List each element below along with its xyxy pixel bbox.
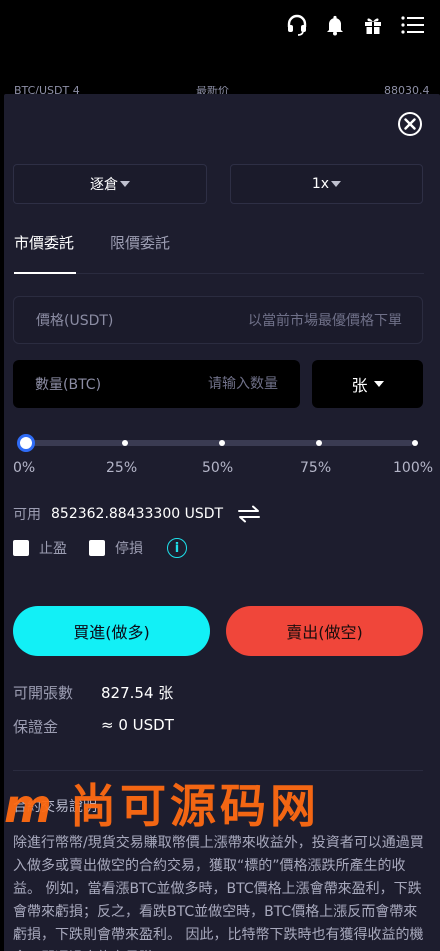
take-profit-checkbox[interactable] xyxy=(13,540,29,556)
close-icon xyxy=(404,118,416,130)
margin-row: 保證金 ≈ 0 USDT xyxy=(13,716,174,737)
stop-loss-label: 停損 xyxy=(115,541,143,557)
slider-stop-50[interactable] xyxy=(219,440,225,446)
available-value: 852362.88433300 USDT xyxy=(51,506,224,522)
buy-long-button[interactable]: 買進(做多) xyxy=(13,606,210,656)
info-icon[interactable]: i xyxy=(167,538,187,558)
slider-stop-75[interactable] xyxy=(316,440,322,446)
transfer-swap-icon[interactable] xyxy=(237,505,261,523)
slider-stop-100[interactable] xyxy=(412,440,418,446)
top-bar: BTC/USDT 4 最新价 88030.4 xyxy=(0,0,440,94)
unit-dropdown[interactable]: 张 xyxy=(312,360,423,408)
take-profit-label: 止盈 xyxy=(39,541,67,557)
stop-loss-option[interactable]: 停損 xyxy=(89,538,143,558)
contract-intro-body: 除進行幣幣/現貨交易賺取幣價上漲帶來收益外，投資者可以通過買入做多或賣出做空的合… xyxy=(13,835,424,951)
peek-left-text: BTC/USDT 4 xyxy=(14,86,80,94)
ticker-peek: BTC/USDT 4 最新价 88030.4 xyxy=(0,86,440,94)
order-sheet: 逐倉 1x 市價委託 限價委託 價格(USDT) 以當前市場最優價格下單 數量(… xyxy=(4,94,440,951)
chevron-down-icon xyxy=(120,181,130,187)
tab-limit-order[interactable]: 限價委託 xyxy=(110,232,170,253)
close-button[interactable] xyxy=(398,112,422,136)
margin-mode-dropdown[interactable]: 逐倉 xyxy=(13,164,207,204)
slider-tick-label: 0% xyxy=(13,460,36,476)
open-contracts-label: 可開張數 xyxy=(13,684,74,702)
margin-label: 保證金 xyxy=(13,718,59,736)
slider-thumb[interactable] xyxy=(17,434,35,452)
available-label: 可用 xyxy=(13,507,41,523)
order-type-tabs: 市價委託 限價委託 xyxy=(14,230,424,274)
slider-track xyxy=(23,440,413,446)
price-field[interactable]: 價格(USDT) 以當前市場最優價格下單 xyxy=(13,296,423,344)
tab-market-order[interactable]: 市價委託 xyxy=(14,232,74,253)
take-profit-option[interactable]: 止盈 xyxy=(13,538,67,558)
margin-mode-label: 逐倉 xyxy=(90,177,118,193)
peek-right-text: 88030.4 xyxy=(384,86,430,94)
headset-icon[interactable] xyxy=(286,14,308,36)
peek-mid-text: 最新价 xyxy=(196,86,229,94)
margin-value: ≈ 0 USDT xyxy=(101,716,174,734)
slider-tick-label: 25% xyxy=(106,460,138,476)
watermark-text: 尚可源码网 xyxy=(69,779,320,833)
open-contracts-row: 可開張數 827.54 张 xyxy=(13,682,173,703)
available-balance: 可用 852362.88433300 USDT xyxy=(13,504,261,524)
price-placeholder: 以當前市場最優價格下單 xyxy=(248,313,402,329)
open-contracts-value: 827.54 张 xyxy=(101,684,174,702)
quantity-field: 數量(BTC) xyxy=(13,360,300,408)
chevron-down-icon xyxy=(373,381,384,387)
leverage-dropdown[interactable]: 1x xyxy=(230,164,423,204)
chevron-down-icon xyxy=(331,181,342,187)
unit-label: 张 xyxy=(351,376,368,395)
notification-bell-icon[interactable] xyxy=(324,14,346,36)
menu-icon[interactable] xyxy=(400,14,426,36)
slider-stop-25[interactable] xyxy=(122,440,128,446)
quantity-input[interactable] xyxy=(148,376,278,392)
stop-loss-checkbox[interactable] xyxy=(89,540,105,556)
sell-short-button[interactable]: 賣出(做空) xyxy=(226,606,423,656)
leverage-label: 1x xyxy=(311,176,330,192)
watermark: m 尚可源码网 xyxy=(4,770,320,836)
gift-icon[interactable] xyxy=(362,14,384,36)
tp-sl-options: 止盈 停損 i xyxy=(13,538,187,558)
slider-tick-label: 100% xyxy=(393,460,434,476)
quantity-slider[interactable] xyxy=(17,434,418,452)
price-label: 價格(USDT) xyxy=(36,313,114,329)
active-tab-indicator xyxy=(14,272,76,274)
slider-tick-label: 50% xyxy=(202,460,234,476)
slider-tick-label: 75% xyxy=(300,460,332,476)
watermark-letter: m xyxy=(4,779,52,833)
quantity-label: 數量(BTC) xyxy=(35,377,102,393)
